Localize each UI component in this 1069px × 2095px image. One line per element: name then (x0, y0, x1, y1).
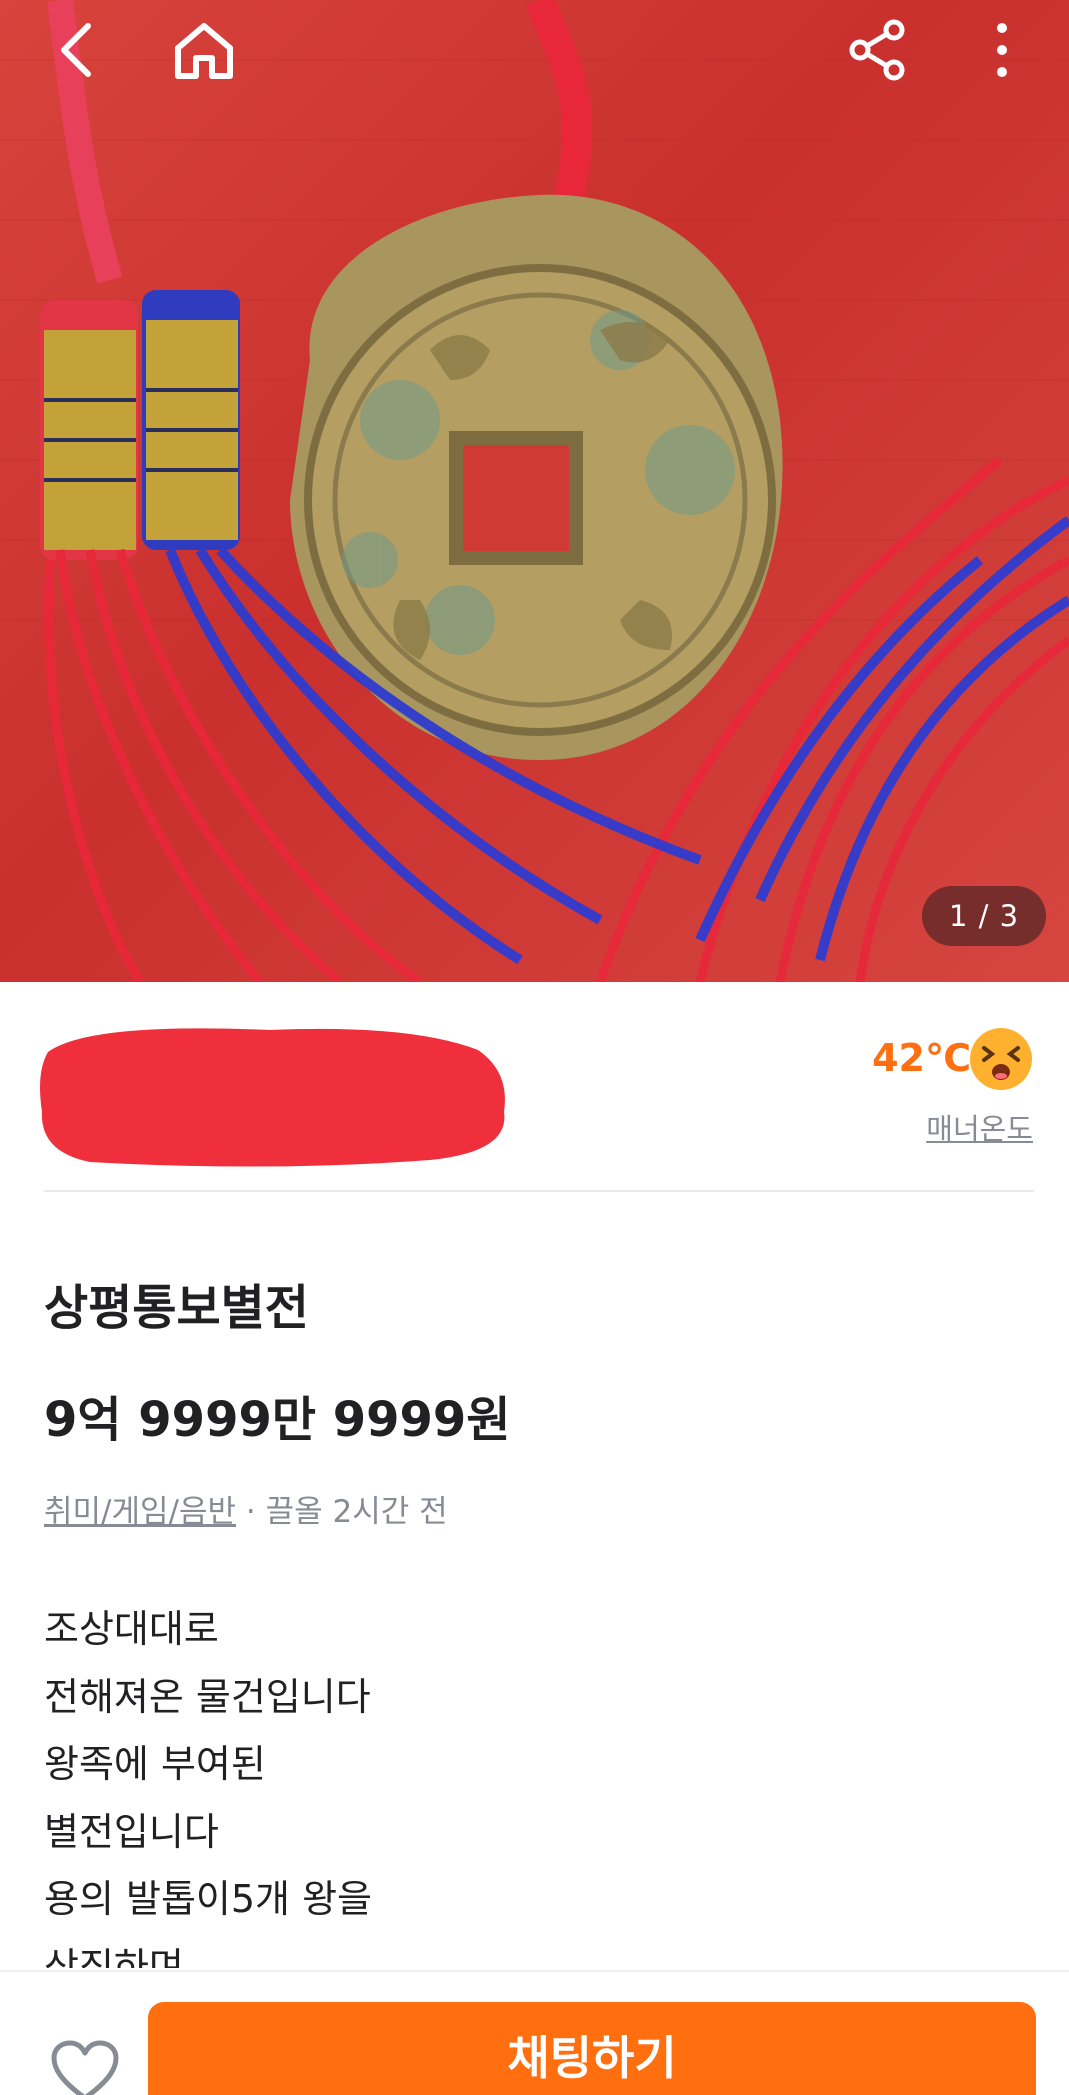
manner-temperature: 42℃ (872, 1036, 971, 1080)
more-vertical-icon (997, 23, 1007, 77)
back-button[interactable] (40, 14, 112, 86)
heart-icon[interactable] (50, 2040, 120, 2095)
smiley-face-icon (970, 1028, 1032, 1090)
image-counter: 1 / 3 (922, 886, 1046, 946)
description-line: 별전입니다 (44, 1809, 219, 1854)
product-price: 9억 9999만 9999원 (44, 1392, 511, 1448)
divider (44, 1190, 1034, 1192)
home-button[interactable] (168, 14, 240, 86)
home-icon (175, 23, 233, 79)
top-navigation-bar (0, 0, 1069, 110)
description-line: 전해져온 물건입니다 (44, 1674, 371, 1719)
share-icon (849, 19, 905, 81)
category-link[interactable]: 취미/게임/음반 (44, 1494, 236, 1530)
redacted-seller-name (40, 1028, 505, 1167)
description-line: 용의 발톱이5개 왕을 (44, 1877, 373, 1921)
product-image[interactable]: 1 / 3 (0, 0, 1069, 982)
product-title: 상평통보별전 (44, 1280, 309, 1336)
coin-tassel-photo (0, 0, 1069, 982)
description-line: 왕족에 부여된 (44, 1742, 266, 1786)
description-line: 조상대대로 (44, 1607, 219, 1651)
post-time: · 끌올 2시간 전 (236, 1494, 448, 1530)
product-meta: 취미/게임/음반 · 끌올 2시간 전 (44, 1486, 448, 1531)
description-line: 상징하며 (44, 1944, 184, 1969)
more-button[interactable] (966, 14, 1038, 86)
back-arrow-icon (61, 23, 91, 77)
manner-temp-label[interactable]: 매너온도 (926, 1106, 1033, 1148)
chat-button[interactable]: 채팅하기 (148, 2002, 1036, 2095)
share-button[interactable] (842, 14, 914, 86)
product-description: 조상대대로 전해져온 물건입니다 왕족에 부여된 별전입니다 용의 발톱이5개 … (44, 1596, 1024, 1968)
